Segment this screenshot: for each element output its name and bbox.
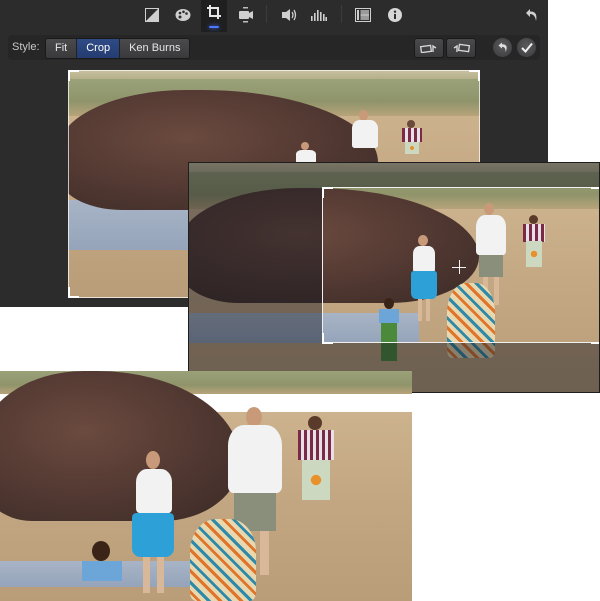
info-icon <box>388 8 402 22</box>
viewer-crop-adjust[interactable] <box>188 162 600 393</box>
stabilization-button[interactable] <box>233 3 259 27</box>
stabilization-icon <box>239 7 253 23</box>
clip-info-button[interactable] <box>382 3 408 27</box>
undo-arrow-icon <box>498 42 507 53</box>
cropped-image <box>0 371 412 601</box>
blanket-figure <box>190 519 256 601</box>
clip-filter-icon <box>355 8 371 22</box>
checkmark-icon <box>520 42 533 53</box>
crop-handle-bottom-left[interactable] <box>322 333 333 344</box>
reset-crop-button[interactable] <box>493 38 512 57</box>
style-ken-burns-button[interactable]: Ken Burns <box>120 39 190 58</box>
crop-handle-top-left[interactable] <box>322 187 333 198</box>
rotate-left-icon <box>420 44 437 53</box>
apply-crop-button[interactable] <box>517 38 536 57</box>
color-correction-button[interactable] <box>170 3 196 27</box>
style-crop-button[interactable]: Crop <box>77 39 121 58</box>
toolbar-separator <box>341 5 342 23</box>
crop-rectangle[interactable] <box>322 187 599 343</box>
style-fit-button[interactable]: Fit <box>46 39 78 58</box>
active-indicator <box>209 26 219 28</box>
equalizer-button[interactable] <box>306 3 332 27</box>
crop-handle-top-right[interactable] <box>591 187 599 198</box>
crop-style-bar: Style: Fit Crop Ken Burns <box>8 35 540 60</box>
color-correction-icon <box>175 9 191 21</box>
clip-filter-button[interactable] <box>350 3 376 27</box>
color-balance-icon <box>145 8 159 22</box>
color-balance-button[interactable] <box>139 3 165 27</box>
adjustments-toolbar <box>0 0 548 32</box>
rotate-right-button[interactable] <box>446 38 476 58</box>
toolbar-separator <box>266 5 267 23</box>
style-label: Style: <box>12 41 40 53</box>
cropped-result <box>0 371 412 601</box>
volume-button[interactable] <box>276 3 302 27</box>
rotate-left-button[interactable] <box>414 38 444 58</box>
rotate-right-icon <box>453 43 470 53</box>
undo-arrow-icon <box>526 9 537 21</box>
move-crosshair-icon <box>459 260 460 274</box>
volume-icon <box>282 9 297 21</box>
crop-icon <box>207 5 221 19</box>
equalizer-icon <box>311 10 327 21</box>
crop-handle-bottom-right[interactable] <box>591 333 599 344</box>
crop-button[interactable] <box>201 0 227 32</box>
crop-style-selector: Fit Crop Ken Burns <box>45 38 191 59</box>
reset-all-button[interactable] <box>519 3 545 27</box>
